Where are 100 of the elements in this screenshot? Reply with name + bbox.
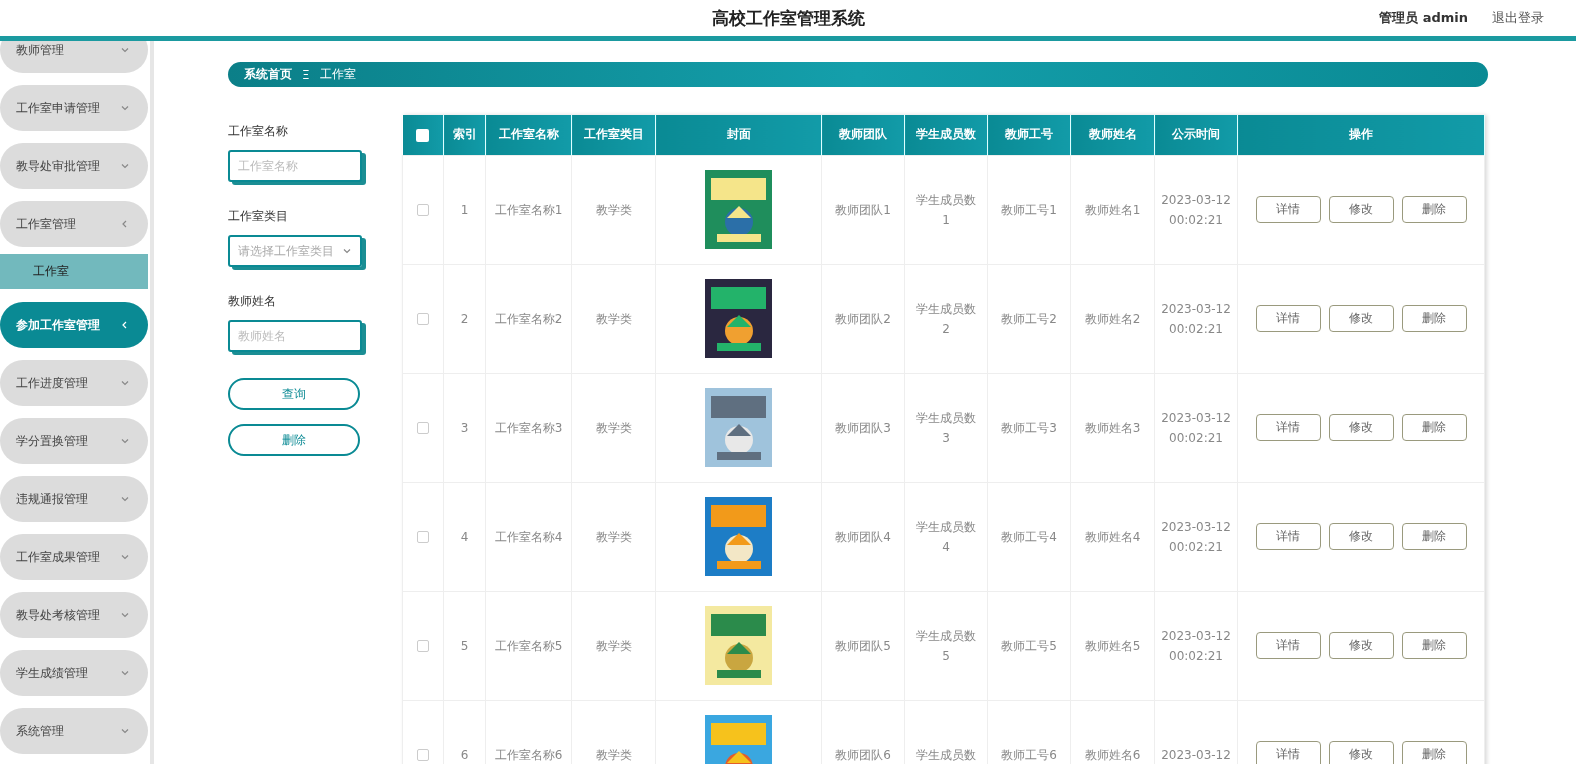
delete-button[interactable]: 删除 (1401, 196, 1467, 224)
sidebar-item[interactable]: 学生成绩管理 (0, 650, 148, 696)
row-checkbox[interactable] (417, 313, 429, 326)
chevron-down-icon (120, 45, 130, 55)
table-cell: 教师工号2 (987, 264, 1071, 374)
chevron-down-icon (120, 552, 130, 562)
column-header: 教师工号 (987, 115, 1071, 156)
input-field[interactable]: 工作室名称 (228, 150, 362, 183)
delete-button[interactable]: 删除 (1401, 305, 1467, 333)
edit-button[interactable]: 修改 (1328, 305, 1394, 333)
table-cell: 教师团队1 (821, 155, 905, 265)
sidebar-item[interactable]: 系统管理 (0, 708, 148, 754)
details-button[interactable]: 详情 (1255, 632, 1321, 660)
breadcrumb-current: 工作室 (319, 66, 356, 84)
table-cell: 学生成员数 (916, 747, 976, 762)
field-label: 工作室名称 (228, 123, 289, 141)
column-header: 工作室类目 (571, 115, 656, 156)
edit-button[interactable]: 修改 (1328, 414, 1394, 442)
details-button[interactable]: 详情 (1255, 305, 1321, 333)
input-field[interactable]: 教师姓名 (228, 320, 362, 353)
index-cell: 3 (443, 373, 486, 483)
details-button[interactable]: 详情 (1255, 196, 1321, 224)
row-checkbox[interactable] (417, 422, 429, 435)
details-button[interactable]: 详情 (1255, 741, 1321, 764)
breadcrumb-separator: Ξ (302, 67, 310, 82)
date-cell: 2023-03-12 00:02:21 (1161, 519, 1231, 554)
details-button[interactable]: 详情 (1255, 414, 1321, 442)
sidebar-item[interactable]: 参加工作室管理 (0, 302, 148, 348)
delete-button[interactable]: 删除 (1401, 741, 1467, 764)
row-checkbox[interactable] (417, 749, 429, 762)
app-title: 高校工作室管理系统 (711, 6, 865, 30)
select-all-checkbox[interactable] (416, 128, 430, 142)
column-header: 操作 (1237, 115, 1485, 156)
sidebar-item[interactable]: 违规通报管理 (0, 476, 148, 522)
table-cell: 学生成员数 4 (916, 519, 976, 554)
table-cell: 教学类 (571, 591, 656, 701)
date-cell: 2023-03-12 00:02:21 (1161, 192, 1231, 227)
sidebar-item[interactable]: 工作室申请管理 (0, 85, 148, 131)
table-cell: 教师工号1 (987, 155, 1071, 265)
table-cell: 教师工号4 (987, 482, 1071, 592)
chevron-down-icon (120, 436, 130, 446)
chevron-down-icon (120, 494, 130, 504)
table-cell: 教师姓名1 (1070, 155, 1155, 265)
field-label: 工作室类目 (228, 208, 289, 226)
table-cell: 学生成员数 3 (916, 410, 976, 445)
column-header: 索引 (443, 115, 486, 156)
breadcrumb-home-link[interactable]: 系统首页 (244, 66, 292, 84)
sidebar-subitem[interactable]: 工作室 (0, 254, 148, 289)
row-checkbox[interactable] (417, 640, 429, 653)
table-cell: 教师团队2 (821, 264, 905, 374)
table-cell: 教师团队4 (821, 482, 905, 592)
sidebar-item[interactable]: 工作室管理 (0, 201, 148, 247)
delete-button[interactable]: 删除 (1401, 632, 1467, 660)
column-header: 教师姓名 (1070, 115, 1155, 156)
index-cell: 2 (443, 264, 486, 374)
table-cell: 学生成员数 1 (916, 192, 976, 227)
index-cell: 4 (443, 482, 486, 592)
table-cell: 教师姓名3 (1070, 373, 1155, 483)
edit-button[interactable]: 修改 (1328, 196, 1394, 224)
date-cell: 2023-03-12 00:02:21 (1161, 628, 1231, 663)
chevron-down-icon (120, 103, 130, 113)
sidebar-item[interactable]: 教师管理 (0, 41, 148, 73)
details-button[interactable]: 详情 (1255, 523, 1321, 551)
delete-button[interactable]: 删除 (228, 424, 360, 457)
index-cell: 5 (443, 591, 486, 701)
table-cell: 工作室名称4 (485, 482, 572, 592)
sidebar-item[interactable]: 教导处考核管理 (0, 592, 148, 638)
table-cell: 工作室名称3 (485, 373, 572, 483)
field-label: 教师姓名 (228, 293, 277, 311)
column-header: 公示时间 (1154, 115, 1238, 156)
edit-button[interactable]: 修改 (1328, 741, 1394, 764)
delete-button[interactable]: 删除 (1401, 523, 1467, 551)
table-cell: 教学类 (571, 264, 656, 374)
table-cell: 教师姓名4 (1070, 482, 1155, 592)
edit-button[interactable]: 修改 (1328, 632, 1394, 660)
search-button[interactable]: 查询 (228, 378, 360, 411)
index-cell: 1 (443, 155, 486, 265)
row-checkbox[interactable] (417, 204, 429, 217)
sidebar-item[interactable]: 工作室成果管理 (0, 534, 148, 580)
chevron-down-icon (120, 668, 130, 678)
sidebar-item[interactable]: 学分置换管理 (0, 418, 148, 464)
table-cell: 教学类 (571, 482, 656, 592)
user-name: 管理员 admin (1379, 9, 1468, 27)
row-checkbox[interactable] (417, 531, 429, 544)
table-cell: 教师工号3 (987, 373, 1071, 483)
column-header: 学生成员数 (904, 115, 988, 156)
table-cell: 教师团队5 (821, 591, 905, 701)
column-header: 工作室名称 (485, 115, 572, 156)
table-cell: 学生成员数 2 (916, 301, 976, 336)
table-cell: 学生成员数 5 (916, 628, 976, 663)
sidebar-item[interactable]: 工作进度管理 (0, 360, 148, 406)
table-cell: 教师工号5 (987, 591, 1071, 701)
logout-link[interactable]: 退出登录 (1492, 9, 1544, 27)
sidebar-item[interactable]: 教导处审批管理 (0, 143, 148, 189)
delete-button[interactable]: 删除 (1401, 414, 1467, 442)
column-header: 教师团队 (821, 115, 905, 156)
edit-button[interactable]: 修改 (1328, 523, 1394, 551)
table-cell: 教学类 (571, 373, 656, 483)
table-cell: 教师姓名5 (1070, 591, 1155, 701)
table-cell: 教师团队3 (821, 373, 905, 483)
